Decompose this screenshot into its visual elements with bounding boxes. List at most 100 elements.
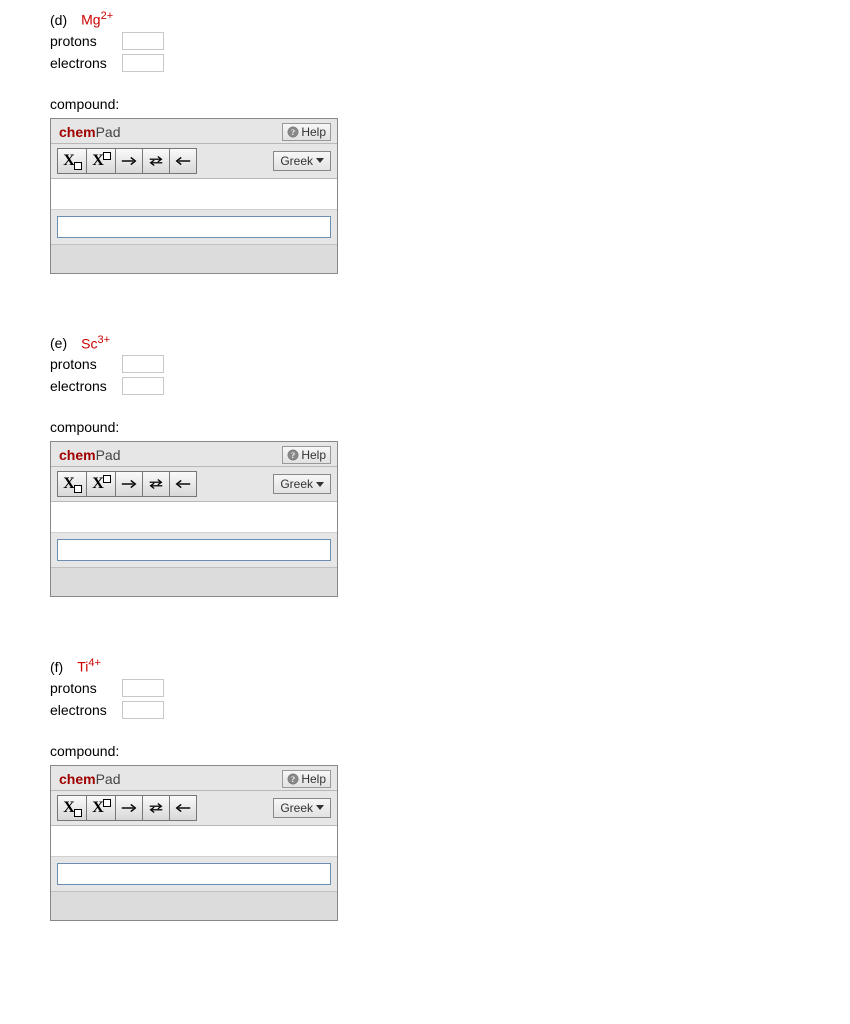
protons-row: protons [50,32,800,50]
ion-charge: 4+ [88,657,101,669]
electrons-row: electrons [50,54,800,72]
part-header: (d) Mg2+ [50,10,800,28]
chempad-brand: chemPad [59,771,121,787]
protons-input[interactable] [122,355,164,373]
superscript-button[interactable]: X [86,471,116,497]
part-header: (f) Ti4+ [50,657,800,675]
chempad-widget: chemPad ? Help X X Greek [50,118,338,274]
help-button[interactable]: ? Help [282,770,331,788]
part-label: (f) [50,659,63,675]
chempad-footer [51,244,337,273]
equilibrium-arrow-button[interactable] [142,471,170,497]
part-label: (e) [50,335,67,351]
subscript-box-icon [74,809,82,817]
ion-formula: Mg2+ [81,10,113,28]
electrons-input[interactable] [122,701,164,719]
chempad-widget: chemPad ? Help X X Greek [50,441,338,597]
electrons-input[interactable] [122,377,164,395]
svg-text:?: ? [291,451,295,460]
ion-charge: 2+ [101,10,114,22]
help-icon: ? [287,126,299,138]
help-icon: ? [287,773,299,785]
chempad-input-wrap [51,210,337,244]
chevron-down-icon [316,805,324,810]
electrons-row: electrons [50,701,800,719]
question-block: (d) Mg2+ protons electrons compound: che… [50,10,800,274]
help-icon: ? [287,449,299,461]
svg-text:?: ? [291,128,295,137]
brand-pad: Pad [96,124,121,140]
chempad-toolbar: X X Greek [51,467,337,502]
protons-label: protons [50,33,122,49]
chempad-brand: chemPad [59,124,121,140]
protons-row: protons [50,355,800,373]
chempad-toolbar: X X Greek [51,791,337,826]
chempad-header: chemPad ? Help [51,766,337,791]
ion-element: Mg [81,12,100,28]
chempad-widget: chemPad ? Help X X Greek [50,765,338,921]
chempad-toolbar: X X Greek [51,144,337,179]
chevron-down-icon [316,158,324,163]
chempad-input-wrap [51,533,337,567]
greek-dropdown-button[interactable]: Greek [273,474,331,494]
electrons-row: electrons [50,377,800,395]
superscript-box-icon [103,475,111,483]
compound-label: compound: [50,419,800,435]
chempad-header: chemPad ? Help [51,119,337,144]
greek-label: Greek [280,154,313,168]
chempad-preview-area [51,826,337,857]
brand-chem: chem [59,447,96,463]
ion-element: Sc [81,335,97,351]
protons-input[interactable] [122,32,164,50]
chempad-brand: chemPad [59,447,121,463]
subscript-button[interactable]: X [57,148,87,174]
help-button[interactable]: ? Help [282,123,331,141]
subscript-box-icon [74,485,82,493]
superscript-box-icon [103,799,111,807]
reverse-arrow-button[interactable] [169,795,197,821]
ion-charge: 3+ [97,334,110,346]
electrons-input[interactable] [122,54,164,72]
ion-element: Ti [77,659,88,675]
brand-chem: chem [59,771,96,787]
forward-arrow-button[interactable] [115,795,143,821]
superscript-button[interactable]: X [86,795,116,821]
protons-input[interactable] [122,679,164,697]
chempad-header: chemPad ? Help [51,442,337,467]
electrons-label: electrons [50,702,122,718]
reverse-arrow-button[interactable] [169,471,197,497]
subscript-button[interactable]: X [57,471,87,497]
ion-formula: Ti4+ [77,657,101,675]
superscript-button[interactable]: X [86,148,116,174]
equilibrium-arrow-button[interactable] [142,148,170,174]
format-button-group: X X [57,471,197,497]
greek-dropdown-button[interactable]: Greek [273,151,331,171]
chempad-preview-area [51,179,337,210]
subscript-button[interactable]: X [57,795,87,821]
greek-label: Greek [280,801,313,815]
svg-text:?: ? [291,775,295,784]
compound-label: compound: [50,743,800,759]
brand-pad: Pad [96,447,121,463]
chempad-input[interactable] [57,863,331,885]
reverse-arrow-button[interactable] [169,148,197,174]
superscript-box-icon [103,152,111,160]
help-label: Help [301,772,326,786]
equilibrium-arrow-button[interactable] [142,795,170,821]
protons-label: protons [50,680,122,696]
brand-chem: chem [59,124,96,140]
chempad-footer [51,891,337,920]
chempad-input[interactable] [57,539,331,561]
format-button-group: X X [57,795,197,821]
electrons-label: electrons [50,55,122,71]
compound-label: compound: [50,96,800,112]
question-block: (e) Sc3+ protons electrons compound: che… [50,334,800,598]
help-button[interactable]: ? Help [282,446,331,464]
subscript-box-icon [74,162,82,170]
part-label: (d) [50,12,67,28]
question-block: (f) Ti4+ protons electrons compound: che… [50,657,800,921]
forward-arrow-button[interactable] [115,471,143,497]
chempad-input[interactable] [57,216,331,238]
greek-dropdown-button[interactable]: Greek [273,798,331,818]
forward-arrow-button[interactable] [115,148,143,174]
